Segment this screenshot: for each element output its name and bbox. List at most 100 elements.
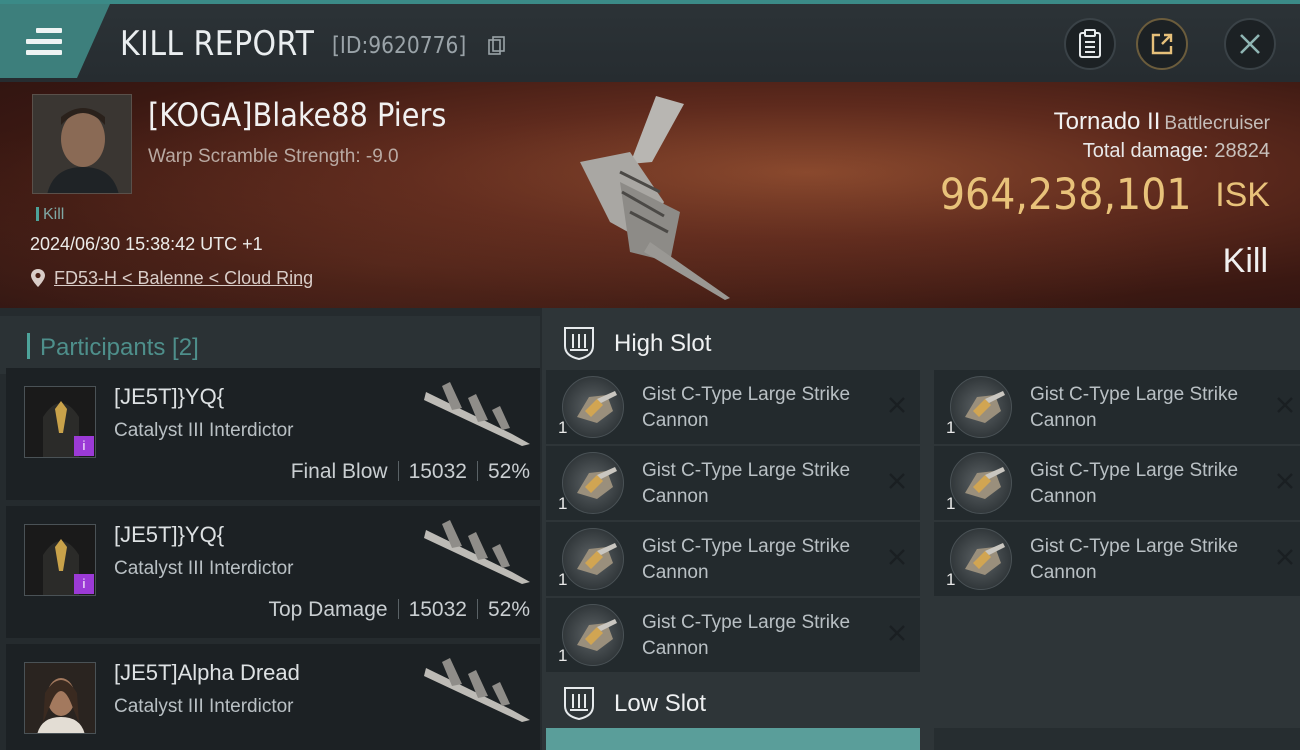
destroyed-x-icon (1277, 549, 1293, 565)
module-name: Gist C-Type Large Strike Cannon (1030, 460, 1239, 507)
page-title: KILL REPORT (120, 24, 315, 64)
victim-ship[interactable]: Tornado II Battlecruiser (1054, 108, 1270, 136)
participant-ship-image (424, 520, 530, 584)
destroyed-x-icon (1277, 397, 1293, 413)
cannon-module-icon (562, 604, 624, 666)
warp-scramble-strength: Warp Scramble Strength: -9.0 (148, 146, 399, 167)
clipboard-button[interactable] (1064, 18, 1116, 70)
module-quantity: 1 (558, 646, 568, 665)
participant-role: Final Blow (290, 460, 388, 483)
high-slot-module[interactable]: 1 Gist C-Type Large Strike Cannon (934, 522, 1300, 596)
high-slot-module[interactable]: 1 Gist C-Type Large Strike Cannon (546, 522, 920, 596)
high-slot-module[interactable]: 1 Gist C-Type Large Strike Cannon (546, 370, 920, 444)
copy-icon[interactable] (488, 36, 506, 56)
cannon-module-icon (562, 452, 624, 514)
cannon-module-icon (950, 528, 1012, 590)
high-slot-module[interactable]: 1 Gist C-Type Large Strike Cannon (934, 370, 1300, 444)
high-slot-icon (564, 327, 594, 360)
location-pin-icon (31, 269, 45, 287)
module-quantity: 1 (946, 570, 956, 589)
destroyed-x-icon (889, 397, 905, 413)
low-slot-module[interactable] (546, 728, 920, 750)
victim-ship-class: Battlecruiser (1164, 113, 1270, 134)
module-name: Gist C-Type Large Strike Cannon (1030, 536, 1239, 583)
module-name: Gist C-Type Large Strike Cannon (642, 536, 851, 583)
module-name: Gist C-Type Large Strike Cannon (642, 460, 851, 507)
low-slot-header: Low Slot (542, 672, 1300, 730)
kill-tag: Kill (36, 206, 64, 224)
victim-banner: [KOGA]Blake88 Piers Warp Scramble Streng… (0, 82, 1300, 308)
participant-ship-image (424, 658, 530, 722)
high-slot-module[interactable]: 1 Gist C-Type Large Strike Cannon (546, 598, 920, 672)
participant-stats: Top Damage 15032 52% (268, 598, 530, 622)
destroyed-x-icon (889, 473, 905, 489)
module-quantity: 1 (946, 494, 956, 513)
cannon-module-icon (950, 376, 1012, 438)
report-id: [ID:9620776] (332, 33, 467, 59)
module-name: Gist C-Type Large Strike Cannon (642, 612, 851, 659)
close-icon (1240, 34, 1260, 54)
participants-title: Participants [2] (40, 334, 199, 361)
participant-name: [JE5T]Alpha Dread (114, 660, 300, 685)
participant-percent: 52% (487, 598, 530, 621)
kill-location-link[interactable]: FD53-H < Balenne < Cloud Ring (54, 268, 313, 289)
cannon-module-icon (950, 452, 1012, 514)
participant-ship: Catalyst III Interdictor (114, 420, 294, 441)
high-slot-module[interactable]: 1 Gist C-Type Large Strike Cannon (934, 446, 1300, 520)
participant-ship: Catalyst III Interdictor (114, 696, 294, 717)
module-quantity: 1 (558, 418, 568, 437)
victim-name[interactable]: [KOGA]Blake88 Piers (148, 96, 446, 134)
participants-header: Participants [2] (0, 316, 540, 374)
participant-name: [JE5T]}YQ{ (114, 384, 225, 409)
victim-ship-image (580, 96, 730, 300)
low-slot-module[interactable] (934, 728, 1300, 750)
fitting-panel: High Slot 1 Gist C-Type Large Strike Cann… (542, 308, 1300, 750)
participant-damage: 15032 (408, 460, 467, 483)
hamburger-menu-icon (26, 28, 62, 58)
participant-damage: 15032 (408, 598, 467, 621)
participant-percent: 52% (487, 460, 530, 483)
participant-card[interactable]: i [JE5T]}YQ{ Catalyst III Interdictor Fi… (6, 368, 540, 500)
module-name: Gist C-Type Large Strike Cannon (642, 384, 851, 431)
share-button[interactable] (1136, 18, 1188, 70)
participant-badge: i (74, 574, 94, 594)
total-damage: Total damage: 28824 (1083, 140, 1270, 163)
participant-ship: Catalyst III Interdictor (114, 558, 294, 579)
victim-ship-name: Tornado II (1053, 108, 1161, 135)
participant-card[interactable]: i [JE5T]}YQ{ Catalyst III Interdictor To… (6, 506, 540, 638)
high-slot-module[interactable]: 1 Gist C-Type Large Strike Cannon (546, 446, 920, 520)
cannon-module-icon (562, 376, 624, 438)
high-slot-header: High Slot (542, 312, 1300, 370)
top-bar: KILL REPORT [ID:9620776] (0, 0, 1300, 82)
participant-name: [JE5T]}YQ{ (114, 522, 225, 547)
destroyed-x-icon (889, 549, 905, 565)
cannon-module-icon (562, 528, 624, 590)
total-damage-label: Total damage: (1082, 140, 1209, 162)
module-quantity: 1 (946, 418, 956, 437)
participants-panel: Participants [2] i [JE5T]}YQ{ Catalyst I… (0, 308, 542, 750)
participant-card[interactable]: [JE5T]Alpha Dread Catalyst III Interdict… (6, 644, 540, 750)
module-name: Gist C-Type Large Strike Cannon (1030, 384, 1239, 431)
total-damage-value: 28824 (1214, 140, 1270, 162)
low-slot-icon (564, 687, 594, 720)
menu-button[interactable] (0, 4, 110, 78)
isk-value: 964,238,101 (940, 170, 1192, 220)
participant-avatar: i (24, 386, 96, 458)
isk-unit: ISK (1215, 176, 1270, 214)
module-quantity: 1 (558, 494, 568, 513)
participant-avatar (24, 662, 96, 734)
destroyed-x-icon (1277, 473, 1293, 489)
clipboard-icon (1079, 29, 1101, 58)
victim-avatar (32, 94, 132, 194)
close-button[interactable] (1224, 18, 1276, 70)
module-quantity: 1 (558, 570, 568, 589)
low-slot-title: Low Slot (614, 690, 707, 717)
kill-result-label: Kill (1222, 242, 1268, 280)
share-icon (1151, 33, 1173, 55)
participant-stats: Final Blow 15032 52% (291, 460, 530, 484)
high-slot-title: High Slot (614, 330, 712, 357)
participant-ship-image (424, 382, 530, 446)
participant-badge: i (74, 436, 94, 456)
participant-avatar: i (24, 524, 96, 596)
destroyed-x-icon (889, 625, 905, 641)
